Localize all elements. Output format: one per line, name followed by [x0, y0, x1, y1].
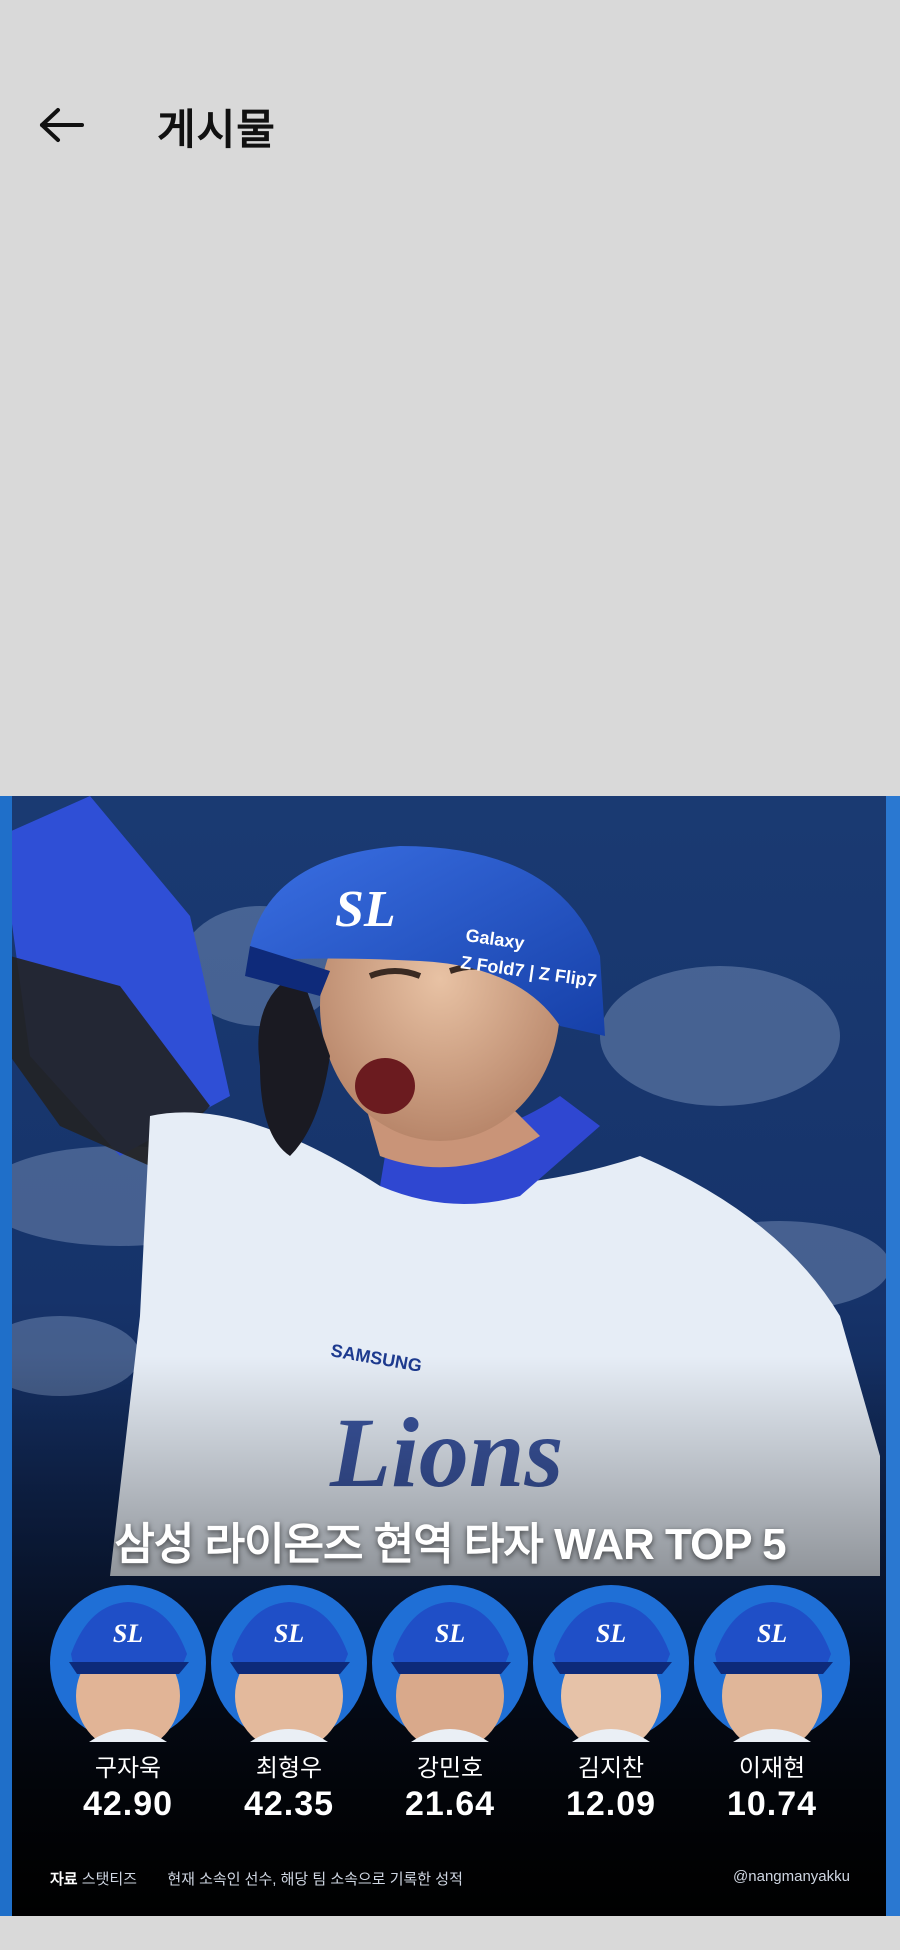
- avatar: SL: [49, 1584, 207, 1751]
- player-card: SL 구자욱 42.90: [48, 1584, 208, 1824]
- player-war: 42.35: [243, 1785, 335, 1823]
- svg-text:SL: SL: [435, 1619, 465, 1648]
- avatar: SL: [532, 1584, 690, 1751]
- post-footer: 자료 스탯티즈 현재 소속인 선수, 해당 팀 소속으로 기록한 성적 @nan…: [50, 1868, 850, 1889]
- avatar: SL: [210, 1584, 368, 1751]
- player-name: 김지찬: [577, 1755, 645, 1782]
- source-label: 자료: [50, 1871, 78, 1888]
- footer-note: 현재 소속인 선수, 해당 팀 소속으로 기록한 성적: [167, 1871, 463, 1888]
- player-war: 42.90: [82, 1785, 174, 1823]
- right-accent-stripe: [886, 796, 900, 1916]
- player-name: 최형우: [255, 1755, 323, 1782]
- player-war: 21.64: [404, 1785, 496, 1823]
- arrow-left-icon: [40, 108, 84, 142]
- player-card: SL 이재현 10.74: [692, 1584, 852, 1824]
- player-war: 12.09: [565, 1785, 657, 1823]
- left-accent-stripe: [0, 796, 12, 1916]
- player-list: SL 구자욱 42.90 SL 최형우 42.35 SL 강민호 21.64 S…: [48, 1584, 858, 1823]
- svg-text:SL: SL: [274, 1619, 304, 1648]
- author-handle: @nangmanyakku: [733, 1868, 850, 1885]
- player-name: 이재현: [738, 1755, 806, 1782]
- back-button[interactable]: [30, 95, 90, 155]
- player-name: 강민호: [416, 1755, 484, 1782]
- post-headline: 삼성 라이온즈 현역 타자 WAR TOP 5: [114, 1520, 786, 1569]
- avatar: SL: [371, 1584, 529, 1751]
- top-bar: 게시물: [0, 0, 900, 250]
- player-name: 구자욱: [94, 1755, 162, 1782]
- source-name: 스탯티즈: [81, 1871, 137, 1888]
- player-card: SL 김지찬 12.09: [531, 1584, 691, 1824]
- svg-text:SL: SL: [335, 881, 396, 938]
- player-card: SL 강민호 21.64: [370, 1584, 530, 1824]
- player-card: SL 최형우 42.35: [209, 1584, 369, 1824]
- svg-text:SL: SL: [757, 1619, 787, 1648]
- page-title: 게시물: [157, 106, 276, 153]
- avatar: SL: [693, 1584, 851, 1751]
- post-image[interactable]: Lions SAMSUNG Galaxy Z Fold7 | Z Flip7 S…: [0, 796, 900, 1916]
- svg-text:SL: SL: [596, 1619, 626, 1648]
- player-war: 10.74: [726, 1785, 818, 1823]
- svg-text:SL: SL: [113, 1619, 143, 1648]
